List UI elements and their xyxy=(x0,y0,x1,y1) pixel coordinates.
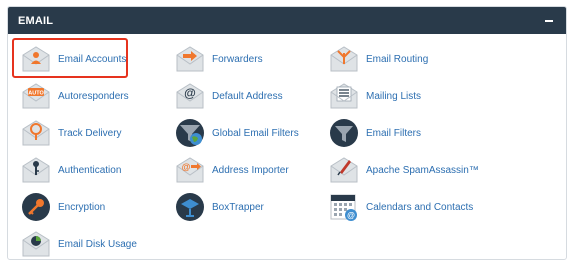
authentication-link[interactable]: Authentication xyxy=(20,155,121,185)
mailing-lists-link[interactable]: Mailing Lists xyxy=(328,81,421,111)
email-routing-label: Email Routing xyxy=(366,53,429,65)
encryption-link[interactable]: Encryption xyxy=(20,192,105,222)
email-disk-usage-label: Email Disk Usage xyxy=(58,238,137,250)
svg-text:AUTO: AUTO xyxy=(28,91,44,97)
global-email-filters-label: Global Email Filters xyxy=(212,127,299,139)
envelope-pin-icon xyxy=(20,118,52,148)
envelope-spam-icon xyxy=(328,155,360,185)
globe-filter-icon xyxy=(174,118,206,148)
panel-title: EMAIL xyxy=(18,14,54,27)
envelope-list-icon xyxy=(328,81,360,111)
boxtrapper-link[interactable]: BoxTrapper xyxy=(174,192,264,222)
email-panel: EMAIL Email Accounts AUTO Autoresponders… xyxy=(7,6,567,260)
calendars-and-contacts-link[interactable]: @ Calendars and Contacts xyxy=(328,192,473,222)
address-importer-label: Address Importer xyxy=(212,164,289,176)
envelope-pie-icon xyxy=(20,229,52,259)
envelope-arrow-icon xyxy=(174,44,206,74)
apache-spamassassin-label: Apache SpamAssassin™ xyxy=(366,164,479,176)
forwarders-link[interactable]: Forwarders xyxy=(174,44,263,74)
svg-text:@: @ xyxy=(184,86,196,100)
default-address-link[interactable]: @ Default Address xyxy=(174,81,283,111)
calendars-and-contacts-label: Calendars and Contacts xyxy=(366,201,474,213)
envelope-routing-icon xyxy=(328,44,360,74)
autoresponders-label: Autoresponders xyxy=(58,90,129,102)
encryption-key-icon xyxy=(20,192,52,222)
track-delivery-link[interactable]: Track Delivery xyxy=(20,118,122,148)
boxtrapper-icon xyxy=(174,192,206,222)
email-filters-link[interactable]: Email Filters xyxy=(328,118,421,148)
email-tools-grid: Email Accounts AUTO Autoresponders Track… xyxy=(8,34,566,259)
selection-highlight xyxy=(12,38,128,78)
email-filters-label: Email Filters xyxy=(366,127,422,139)
envelope-key-icon xyxy=(20,155,52,185)
envelope-at-icon: @ xyxy=(174,81,206,111)
address-importer-link[interactable]: @ Address Importer xyxy=(174,155,289,185)
envelope-import-icon: @ xyxy=(174,155,206,185)
envelope-auto-icon: AUTO xyxy=(20,81,52,111)
authentication-label: Authentication xyxy=(58,164,122,176)
global-email-filters-link[interactable]: Global Email Filters xyxy=(174,118,299,148)
track-delivery-label: Track Delivery xyxy=(58,127,122,139)
collapse-icon[interactable] xyxy=(544,16,554,26)
calendar-contacts-icon: @ xyxy=(328,192,360,222)
autoresponders-link[interactable]: AUTO Autoresponders xyxy=(20,81,129,111)
default-address-label: Default Address xyxy=(212,90,283,102)
mailing-lists-label: Mailing Lists xyxy=(366,90,422,102)
apache-spamassassin-link[interactable]: Apache SpamAssassin™ xyxy=(328,155,479,185)
encryption-label: Encryption xyxy=(58,201,106,213)
email-routing-link[interactable]: Email Routing xyxy=(328,44,428,74)
boxtrapper-label: BoxTrapper xyxy=(212,201,264,213)
email-disk-usage-link[interactable]: Email Disk Usage xyxy=(20,229,137,259)
svg-text:@: @ xyxy=(182,162,191,172)
panel-header[interactable]: EMAIL xyxy=(8,7,566,34)
forwarders-label: Forwarders xyxy=(212,53,263,65)
svg-text:@: @ xyxy=(347,211,355,220)
funnel-filter-icon xyxy=(328,118,360,148)
